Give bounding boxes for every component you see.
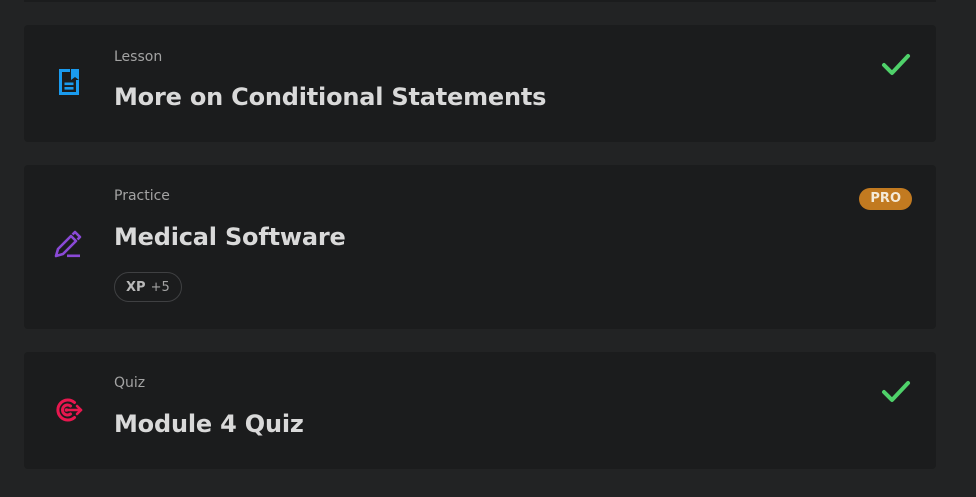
completed-check-icon (882, 381, 910, 402)
item-type-label: Practice (114, 188, 170, 204)
lesson-card[interactable]: Lesson More on Conditional Statements (24, 25, 936, 142)
lesson-document-icon (59, 69, 79, 95)
item-type-label: Quiz (114, 375, 146, 391)
item-title[interactable]: Module 4 Quiz (114, 410, 304, 438)
practice-card[interactable]: Practice Medical Software PRO XP +5 (24, 165, 936, 329)
module-item-list: Lesson More on Conditional Statements Pr… (0, 0, 976, 497)
xp-reward-pill: XP +5 (114, 272, 182, 302)
quiz-card[interactable]: Quiz Module 4 Quiz (24, 352, 936, 469)
xp-value: +5 (150, 279, 170, 295)
xp-label: XP (126, 279, 146, 295)
pro-badge: PRO (859, 188, 912, 210)
item-title[interactable]: Medical Software (114, 223, 346, 251)
quiz-target-icon (56, 398, 83, 422)
item-type-label: Lesson (114, 49, 163, 65)
previous-card-edge (24, 0, 936, 2)
item-title[interactable]: More on Conditional Statements (114, 83, 546, 111)
completed-check-icon (882, 54, 910, 75)
practice-pencil-icon (54, 230, 82, 258)
